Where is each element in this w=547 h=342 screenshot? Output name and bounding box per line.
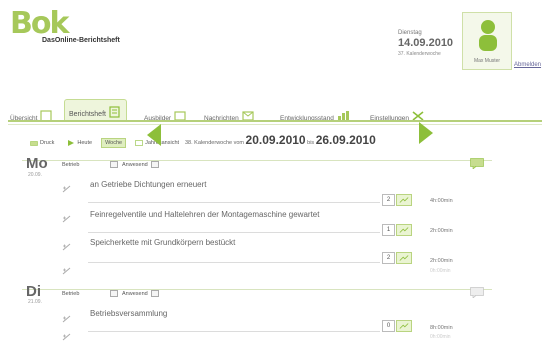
- entry-text[interactable]: Betriebsversammlung: [90, 309, 167, 318]
- add-entry-icon[interactable]: [62, 215, 71, 223]
- entry-text[interactable]: Feinregelventile und Haltelehren der Mon…: [90, 210, 319, 219]
- current-weekday: Dienstag: [398, 30, 422, 36]
- entry-duration: 2h:00min: [430, 258, 453, 264]
- entry-text[interactable]: an Getriebe Dichtungen erneuert: [90, 180, 207, 189]
- week-connector: bis: [307, 140, 315, 146]
- add-entry-icon[interactable]: [62, 315, 71, 323]
- hours-field[interactable]: 2: [382, 194, 395, 206]
- location-value: Betrieb: [62, 161, 80, 168]
- comment-icon[interactable]: [470, 287, 484, 298]
- current-date-block: Dienstag 14.09.2010 37. Kalenderwoche: [398, 30, 468, 57]
- hours-field[interactable]: 0: [382, 320, 395, 332]
- attendance-value: Anwesend: [122, 290, 148, 297]
- week-to-date: 26.09.2010: [315, 133, 376, 147]
- comment-icon[interactable]: [470, 158, 484, 169]
- add-entry-icon[interactable]: [62, 243, 71, 251]
- calendar-icon: [135, 140, 143, 146]
- next-week-arrow-icon[interactable]: [417, 122, 435, 144]
- week-view-label: Woche: [105, 140, 123, 146]
- today-label: Heute: [77, 140, 93, 146]
- entry-duration: 4h:00min: [430, 198, 453, 204]
- previous-week-arrow-icon[interactable]: [145, 124, 163, 146]
- chevron-down-icon: [150, 290, 159, 297]
- add-entry-icon[interactable]: [62, 333, 71, 341]
- day-name: Di: [26, 283, 41, 300]
- user-avatar-icon: [479, 20, 497, 51]
- current-date: 14.09.2010: [398, 37, 454, 49]
- tab-label: Berichtsheft: [69, 111, 106, 118]
- entry-duration: 2h:00min: [430, 228, 453, 234]
- entry-text[interactable]: Speicherkette mit Grundkörpern bestückt: [90, 238, 235, 247]
- day-name: Mo: [26, 155, 48, 172]
- day-date: 20.09.: [28, 172, 42, 178]
- app-logo: Bok: [10, 6, 69, 41]
- edit-trend-icon[interactable]: [396, 320, 412, 332]
- entry-underline: [88, 331, 380, 332]
- chevron-down-icon: [110, 290, 119, 297]
- attendance-select[interactable]: Anwesend: [122, 161, 159, 168]
- location-select[interactable]: Betrieb: [62, 161, 119, 168]
- edit-trend-icon[interactable]: [396, 194, 412, 206]
- entry-underline: [88, 232, 380, 233]
- tab-berichtsheft[interactable]: Berichtsheft: [64, 99, 127, 121]
- entry-underline: [88, 202, 380, 203]
- add-entry-icon[interactable]: [62, 185, 71, 193]
- add-entry-icon[interactable]: [62, 267, 71, 275]
- entry-duration: 8h:00min: [430, 325, 453, 331]
- user-name: Max Muster: [473, 58, 501, 64]
- print-button[interactable]: Druck: [26, 138, 58, 148]
- print-icon: [30, 141, 38, 146]
- user-card[interactable]: Max Muster: [462, 12, 512, 70]
- chevron-down-icon: [110, 161, 119, 168]
- report-book-icon: [109, 106, 120, 118]
- print-label: Druck: [40, 140, 55, 146]
- week-prefix: 38. Kalenderwoche vom: [185, 140, 245, 146]
- hours-field[interactable]: 1: [382, 224, 395, 236]
- current-calendar-week: 37. Kalenderwoche: [398, 51, 441, 57]
- logout-link[interactable]: Abmelden: [514, 62, 541, 68]
- app-title: DasOnline-Berichtsheft: [42, 37, 120, 44]
- week-view-button[interactable]: Woche: [101, 138, 127, 148]
- chevron-down-icon: [150, 161, 159, 168]
- edit-trend-icon[interactable]: [396, 252, 412, 264]
- entry-underline: [88, 262, 380, 263]
- today-arrow-icon: [68, 140, 75, 146]
- logo-text: Bok: [10, 6, 69, 41]
- attendance-select[interactable]: Anwesend: [122, 290, 159, 297]
- week-range: 38. Kalenderwoche vom 20.09.2010 bis 26.…: [185, 133, 425, 147]
- location-value: Betrieb: [62, 290, 80, 297]
- hours-field[interactable]: 2: [382, 252, 395, 264]
- location-select[interactable]: Betrieb: [62, 290, 119, 297]
- week-navigator: 38. Kalenderwoche vom 20.09.2010 bis 26.…: [145, 120, 445, 147]
- today-button[interactable]: Heute: [63, 138, 96, 148]
- attendance-value: Anwesend: [122, 161, 148, 168]
- week-from-date: 20.09.2010: [245, 133, 306, 147]
- extra-duration: 0h:00min: [430, 268, 451, 274]
- day-date: 21.09.: [28, 299, 42, 305]
- edit-trend-icon[interactable]: [396, 224, 412, 236]
- extra-duration: 0h:00min: [430, 334, 451, 340]
